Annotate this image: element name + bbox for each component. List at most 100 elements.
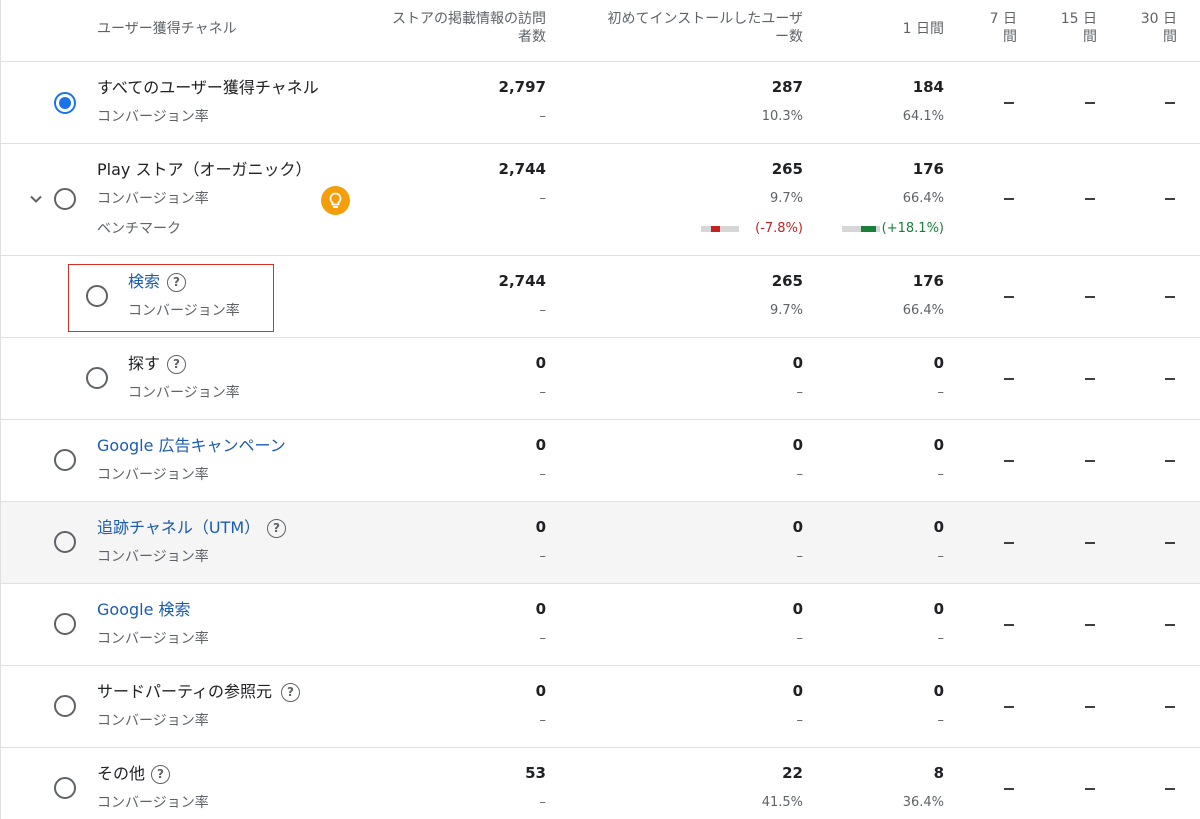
day30-empty-dash	[1165, 378, 1175, 380]
channel-name: その他	[97, 764, 146, 783]
day7-empty-dash	[1004, 542, 1014, 544]
benchmark-change: (-7.8%)	[755, 221, 803, 236]
header-day7-line1: 7 日	[989, 11, 1017, 27]
header-day30[interactable]: 30 日 間	[1121, 10, 1177, 46]
day1-rate: 36.4%	[902, 795, 944, 810]
conversion-rate-label: コンバージョン率	[97, 795, 209, 811]
radio-button[interactable]	[54, 92, 76, 114]
day30-empty-dash	[1165, 788, 1175, 790]
day7-empty-dash	[1004, 296, 1014, 298]
conversion-rate-label: コンバージョン率	[97, 467, 209, 483]
day30-empty-dash	[1165, 198, 1175, 200]
day30-empty-dash	[1165, 460, 1175, 462]
radio-button[interactable]	[54, 613, 76, 635]
day1-rate: –	[937, 713, 945, 728]
radio-button[interactable]	[86, 367, 108, 389]
header-day1[interactable]: 1 日間	[851, 20, 944, 38]
day30-empty-dash	[1165, 102, 1175, 104]
day1-value: 0	[933, 436, 944, 454]
help-circle-icon[interactable]: ?	[167, 273, 186, 292]
day30-empty-dash	[1165, 296, 1175, 298]
header-first-installers-line2: ー数	[775, 29, 803, 45]
benchmark-bar-fill	[861, 226, 877, 232]
table-row-tracked-channel-utm[interactable]: 追跡チャネル（UTM） ? コンバージョン率 0 – 0 – 0 –	[1, 502, 1200, 584]
benchmark-bar-fill	[711, 226, 720, 232]
table-row-explore[interactable]: 探す ? コンバージョン率 0 – 0 – 0 –	[1, 338, 1200, 420]
table-row-third-party-referrers[interactable]: サードパーティの参照元 ? コンバージョン率 0 – 0 – 0 –	[1, 666, 1200, 748]
radio-button[interactable]	[54, 695, 76, 717]
table-row-other[interactable]: その他 ? コンバージョン率 53 – 22 41.5% 8 36.4%	[1, 748, 1200, 819]
first-installers-rate: –	[796, 713, 804, 728]
first-installers-rate: 10.3%	[761, 109, 803, 124]
store-visitors-value: 0	[535, 354, 546, 372]
header-store-visitors-line2: 者数	[518, 29, 546, 45]
conversion-rate-label: コンバージョン率	[128, 385, 240, 401]
day1-rate: 66.4%	[902, 303, 944, 318]
day15-empty-dash	[1085, 102, 1095, 104]
radio-button[interactable]	[86, 285, 108, 307]
header-day30-line2: 間	[1163, 29, 1177, 45]
benchmark-bar	[842, 226, 880, 232]
header-first-installers[interactable]: 初めてインストールしたユーザ ー数	[571, 10, 803, 46]
first-installers-rate: –	[796, 631, 804, 646]
day15-empty-dash	[1085, 378, 1095, 380]
store-visitors-value: 0	[535, 682, 546, 700]
channel-name: Play ストア（オーガニック）	[97, 160, 312, 179]
table-row-google-search[interactable]: Google 検索 コンバージョン率 0 – 0 – 0 –	[1, 584, 1200, 666]
table-row-play-store-organic[interactable]: Play ストア（オーガニック） コンバージョン率 ベンチマーク 2,744 –…	[1, 144, 1200, 256]
help-circle-icon[interactable]: ?	[281, 683, 300, 702]
lightbulb-icon[interactable]	[321, 186, 350, 215]
table-row-google-ads[interactable]: Google 広告キャンペーン コンバージョン率 0 – 0 – 0 –	[1, 420, 1200, 502]
channel-name-link[interactable]: 追跡チャネル（UTM）	[97, 518, 260, 538]
day15-empty-dash	[1085, 706, 1095, 708]
header-store-visitors[interactable]: ストアの掲載情報の訪問 者数	[331, 10, 546, 46]
day1-value: 8	[933, 764, 944, 782]
day1-rate: –	[937, 467, 945, 482]
store-visitors-rate: –	[539, 385, 547, 400]
day7-empty-dash	[1004, 378, 1014, 380]
table-header: ユーザー獲得チャネル ストアの掲載情報の訪問 者数 初めてインストールしたユーザ…	[1, 0, 1200, 62]
first-installers-rate: 41.5%	[761, 795, 803, 810]
first-installers-value: 0	[792, 518, 803, 536]
help-circle-icon[interactable]: ?	[267, 519, 286, 538]
header-store-visitors-line1: ストアの掲載情報の訪問	[392, 11, 546, 27]
header-day30-line1: 30 日	[1140, 11, 1177, 27]
benchmark-change: (+18.1%)	[881, 221, 944, 236]
table-row-search[interactable]: 検索 ? コンバージョン率 2,744 – 265 9.7% 176 66.4%	[1, 256, 1200, 338]
day15-empty-dash	[1085, 460, 1095, 462]
radio-button[interactable]	[54, 777, 76, 799]
first-installers-value: 22	[782, 764, 803, 782]
first-installers-value: 0	[792, 436, 803, 454]
header-day7-line2: 間	[1003, 29, 1017, 45]
day15-empty-dash	[1085, 788, 1095, 790]
help-circle-icon[interactable]: ?	[151, 765, 170, 784]
day7-empty-dash	[1004, 102, 1014, 104]
day1-rate: 66.4%	[902, 191, 944, 206]
channel-name-link[interactable]: 検索	[128, 272, 160, 292]
first-installers-rate: –	[796, 467, 804, 482]
header-day7[interactable]: 7 日 間	[961, 10, 1017, 46]
table-row-all-channels[interactable]: すべてのユーザー獲得チャネル コンバージョン率 2,797 – 287 10.3…	[1, 62, 1200, 144]
radio-button[interactable]	[54, 188, 76, 210]
first-installers-rate: 9.7%	[769, 191, 803, 206]
benchmark-bar	[701, 226, 739, 232]
radio-button[interactable]	[54, 449, 76, 471]
day1-value: 0	[933, 354, 944, 372]
header-first-installers-line1: 初めてインストールしたユーザ	[607, 11, 803, 27]
chevron-down-icon[interactable]	[29, 192, 43, 206]
first-installers-value: 0	[792, 354, 803, 372]
day1-benchmark: (+18.1%)	[831, 219, 944, 239]
day1-rate: –	[937, 631, 945, 646]
header-day15[interactable]: 15 日 間	[1041, 10, 1097, 46]
first-installers-rate: 9.7%	[769, 303, 803, 318]
store-visitors-value: 2,744	[498, 272, 546, 290]
store-visitors-rate: –	[539, 467, 547, 482]
header-channel[interactable]: ユーザー獲得チャネル	[97, 20, 237, 38]
channel-name-link[interactable]: Google 広告キャンペーン	[97, 436, 286, 456]
conversion-rate-label: コンバージョン率	[97, 549, 209, 565]
radio-button[interactable]	[54, 531, 76, 553]
store-visitors-rate: –	[539, 109, 547, 124]
store-visitors-rate: –	[539, 795, 547, 810]
help-circle-icon[interactable]: ?	[167, 355, 186, 374]
channel-name-link[interactable]: Google 検索	[97, 600, 191, 620]
